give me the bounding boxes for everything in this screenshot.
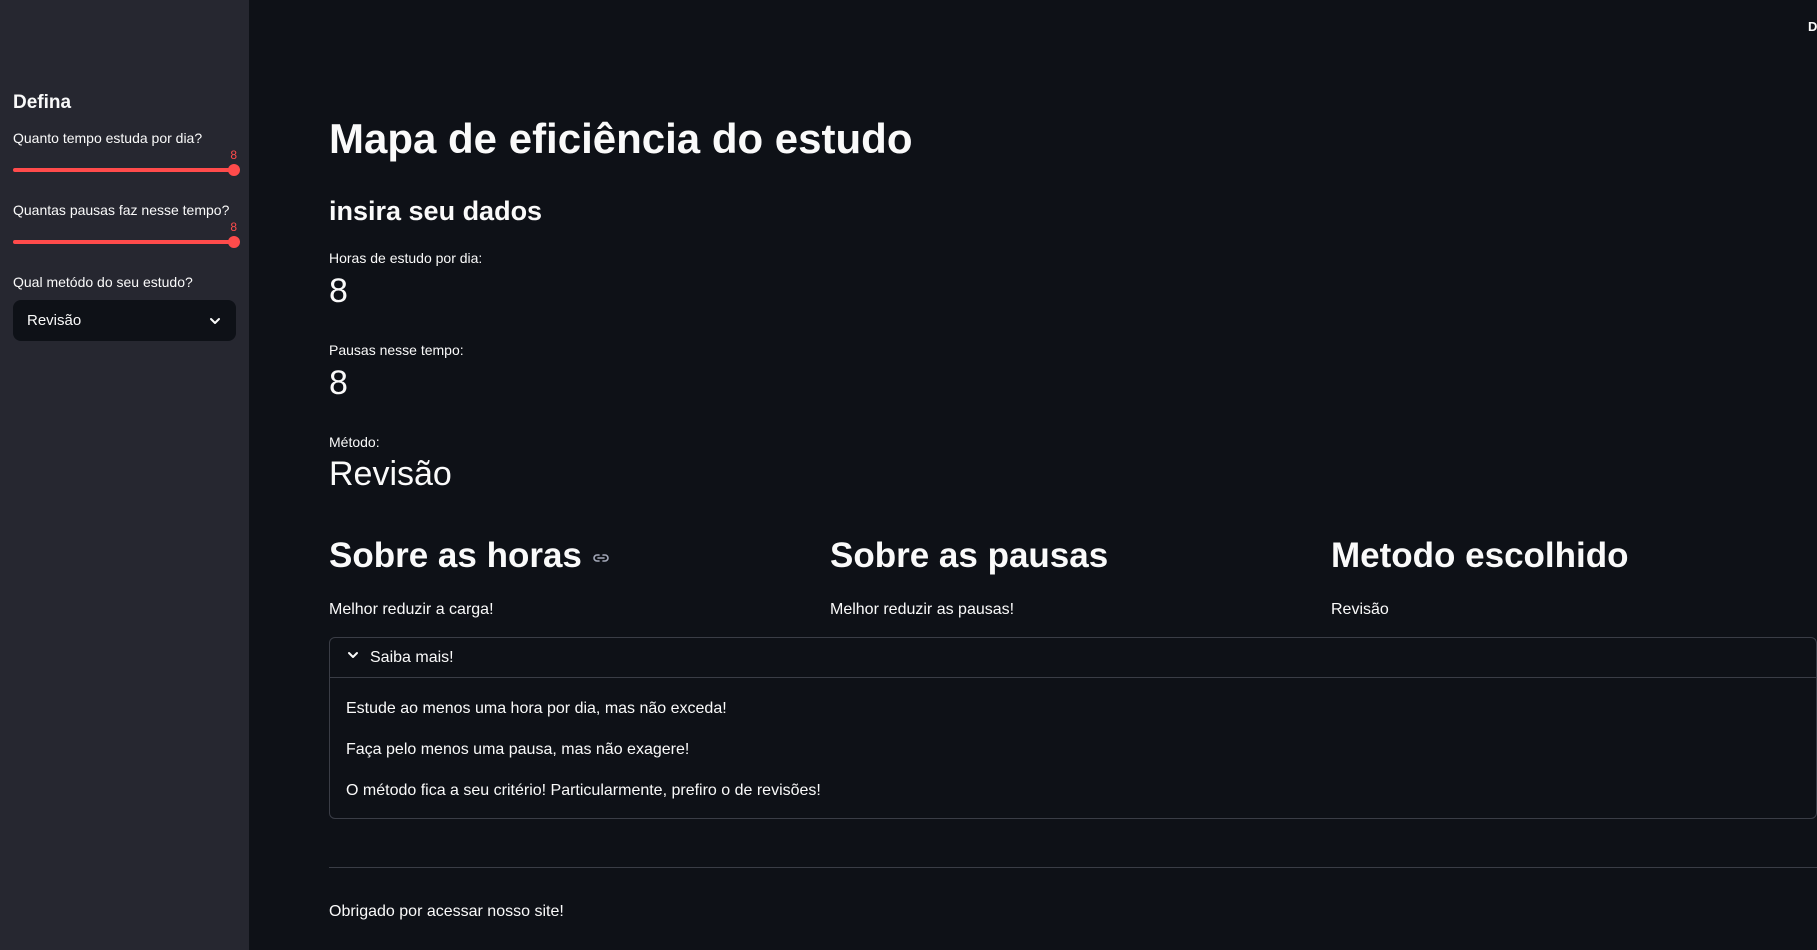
metric-hours-label: Horas de estudo por dia:: [329, 250, 483, 266]
expander-line: O método fica a seu critério! Particular…: [346, 782, 821, 799]
metric-method-label: Método:: [329, 434, 380, 450]
chevron-down-icon: [208, 314, 222, 328]
metric-method-value: Revisão: [329, 455, 452, 493]
footer-text: Obrigado por acessar nosso site!: [329, 903, 564, 920]
column-method-title: Metodo escolhido: [1331, 536, 1629, 575]
deploy-button[interactable]: Deploy: [1808, 19, 1817, 34]
sidebar: Defina Quanto tempo estuda por dia? 8 Qu…: [0, 0, 249, 950]
divider: [329, 867, 1817, 868]
method-select-block: Qual metódo do seu estudo? Revisão: [13, 274, 236, 341]
column-hours-text: Melhor reduzir a carga!: [329, 601, 494, 618]
expander-line: Faça pelo menos uma pausa, mas não exage…: [346, 741, 690, 758]
metric-hours-value: 8: [329, 272, 348, 310]
breaks-slider-value: 8: [230, 220, 237, 234]
expander: Saiba mais! Estude ao menos uma hora por…: [329, 637, 1817, 819]
page-title: Mapa de eficiência do estudo: [329, 115, 913, 162]
method-select-value: Revisão: [27, 312, 82, 329]
column-method-text: Revisão: [1331, 601, 1389, 618]
hours-slider-label: Quanto tempo estuda por dia?: [13, 130, 203, 146]
expander-body: Estude ao menos uma hora por dia, mas nã…: [330, 678, 1816, 821]
breaks-slider-block: Quantas pausas faz nesse tempo? 8: [13, 202, 240, 248]
chevron-down-icon: [346, 648, 360, 667]
method-select[interactable]: Revisão: [13, 300, 236, 341]
hours-slider[interactable]: [13, 164, 240, 176]
hours-slider-value: 8: [230, 148, 237, 162]
hours-slider-block: Quanto tempo estuda por dia? 8: [13, 130, 240, 176]
metric-breaks-label: Pausas nesse tempo:: [329, 342, 464, 358]
link-icon[interactable]: [592, 536, 610, 576]
column-breaks-text: Melhor reduzir as pausas!: [830, 601, 1015, 618]
breaks-slider-label: Quantas pausas faz nesse tempo?: [13, 202, 230, 218]
column-hours: Sobre as horas Melhor reduzir a carga!: [329, 536, 799, 619]
column-breaks: Sobre as pausas Melhor reduzir as pausas…: [830, 536, 1300, 619]
breaks-slider[interactable]: [13, 236, 240, 248]
sidebar-title: Defina: [13, 92, 72, 113]
method-select-label: Qual metódo do seu estudo?: [13, 274, 193, 290]
expander-header[interactable]: Saiba mais!: [330, 638, 1816, 678]
expander-label: Saiba mais!: [370, 648, 454, 666]
subheader: insira seu dados: [329, 196, 543, 226]
column-breaks-title: Sobre as pausas: [830, 536, 1109, 575]
column-method: Metodo escolhido Revisão: [1331, 536, 1801, 619]
breaks-slider-thumb[interactable]: [228, 236, 240, 248]
column-hours-title: Sobre as horas: [329, 536, 582, 575]
metric-breaks-value: 8: [329, 364, 348, 402]
expander-line: Estude ao menos uma hora por dia, mas nã…: [346, 700, 727, 717]
hours-slider-thumb[interactable]: [228, 164, 240, 176]
